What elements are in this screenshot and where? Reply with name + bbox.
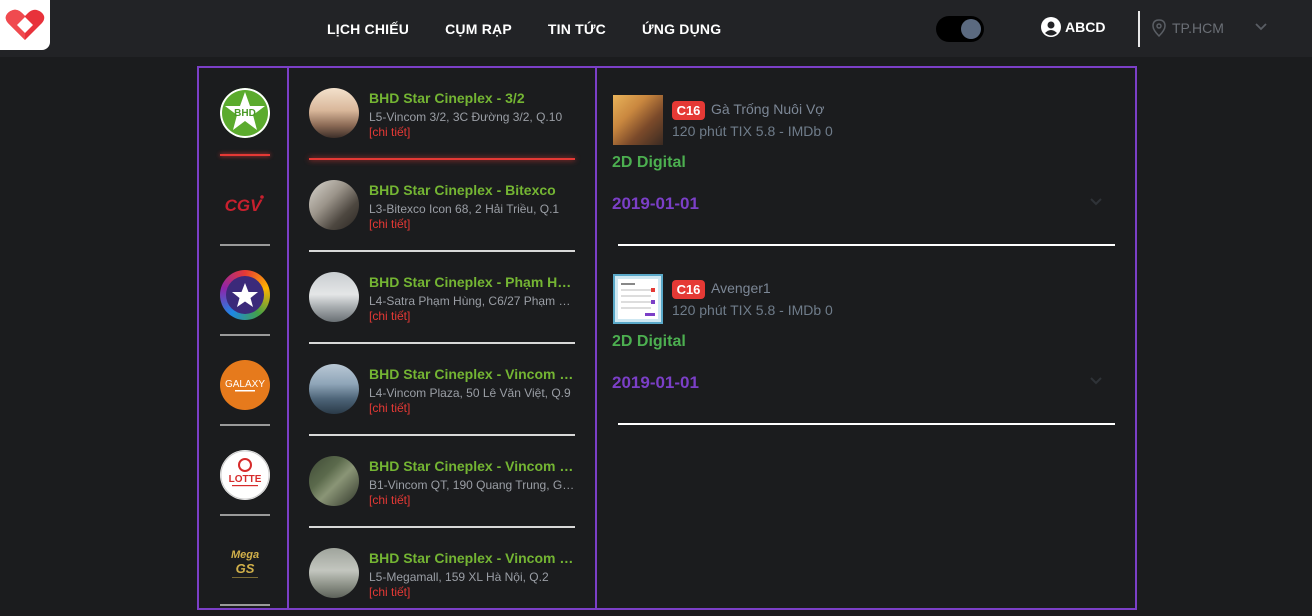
- cinema-address: L5-Megamall, 159 XL Hà Nội, Q.2: [369, 570, 549, 584]
- movie-title[interactable]: Avenger1: [711, 280, 771, 296]
- brand-separator: [220, 244, 270, 246]
- cinema-name: BHD Star Cineplex - Vincom Quang Trung: [369, 458, 577, 474]
- chevron-down-icon[interactable]: [1088, 375, 1104, 387]
- user-name: ABCD: [1065, 19, 1106, 35]
- brand-separator: [220, 334, 270, 336]
- cinema-name: BHD Star Cineplex - Bitexco: [369, 182, 556, 198]
- cgv-logo-icon: CGV: [225, 195, 264, 215]
- brand-separator: [220, 604, 270, 606]
- movie-separator: [618, 244, 1115, 246]
- showtime-date[interactable]: 2019-01-01: [612, 194, 699, 214]
- main-nav: LỊCH CHIẾU CỤM RẠP TIN TỨC ỨNG DỤNG: [309, 0, 739, 57]
- movie-showtimes: C16 Gà Trống Nuôi Vợ 120 phút TIX 5.8 - …: [597, 68, 1135, 608]
- cinema-item[interactable]: BHD Star Cineplex - Vincom Quang Trung B…: [309, 436, 577, 528]
- movie-title[interactable]: Gà Trống Nuôi Vợ: [711, 101, 824, 117]
- movie-poster[interactable]: [613, 274, 663, 324]
- showtimes-panel: BHD CGV GALAXY LOTTE Mega GS BHD Star Ci…: [197, 66, 1137, 610]
- chevron-down-icon: [1255, 23, 1267, 31]
- svg-text:LOTTE: LOTTE: [229, 474, 262, 485]
- cinema-thumbnail: [309, 456, 359, 506]
- city-label: TP.HCM: [1172, 20, 1224, 36]
- cinema-address: L4-Satra Phạm Hùng, C6/27 Phạm Hùng: [369, 294, 577, 308]
- nav-cum-rap[interactable]: CỤM RẠP: [445, 21, 512, 37]
- cinema-address: L3-Bitexco Icon 68, 2 Hải Triều, Q.1: [369, 202, 560, 216]
- cinema-address: L4-Vincom Plaza, 50 Lê Văn Việt, Q.9: [369, 386, 571, 400]
- brand-separator-active: [220, 154, 270, 156]
- brand-megags[interactable]: Mega GS: [220, 540, 270, 590]
- movie-separator: [618, 423, 1115, 425]
- lotte-logo-icon: LOTTE: [220, 450, 270, 500]
- logo[interactable]: [0, 0, 50, 50]
- movie-item: C16 Gà Trống Nuôi Vợ 120 phút TIX 5.8 - …: [612, 68, 1117, 248]
- cinema-name: BHD Star Cineplex - Vincom Lê Văn Việt: [369, 366, 577, 382]
- age-rating-badge: C16: [672, 280, 705, 299]
- cinema-address: L5-Vincom 3/2, 3C Đường 3/2, Q.10: [369, 110, 563, 124]
- cinema-thumbnail: [309, 272, 359, 322]
- megags-logo-icon: Mega GS: [231, 549, 259, 578]
- brand-separator: [220, 424, 270, 426]
- cinema-address: B1-Vincom QT, 190 Quang Trung, Gò Vấp: [369, 478, 577, 492]
- nav-ung-dung[interactable]: ỨNG DỤNG: [642, 21, 721, 37]
- cinema-brand-list: BHD CGV GALAXY LOTTE Mega GS: [199, 68, 289, 608]
- brand-galaxy[interactable]: GALAXY: [220, 360, 270, 410]
- dark-mode-toggle[interactable]: [936, 16, 984, 42]
- cinema-name: BHD Star Cineplex - 3/2: [369, 90, 525, 106]
- chevron-down-icon[interactable]: [1088, 196, 1104, 208]
- cinema-thumbnail: [309, 88, 359, 138]
- svg-text:CGV: CGV: [225, 196, 264, 215]
- cinema-item[interactable]: BHD Star Cineplex - Vincom Lê Văn Việt L…: [309, 344, 577, 436]
- movie-format: 2D Digital: [612, 333, 686, 350]
- location-pin-icon: [1152, 19, 1166, 37]
- nav-lich-chieu[interactable]: LỊCH CHIẾU: [327, 21, 409, 37]
- toggle-knob: [961, 19, 981, 39]
- galaxy-logo-icon: GALAXY: [225, 379, 265, 392]
- cinestar-logo-icon: [226, 276, 264, 314]
- cinema-detail-link[interactable]: [chi tiết]: [369, 217, 410, 231]
- cinema-thumbnail: [309, 548, 359, 598]
- user-menu[interactable]: ABCD: [1041, 17, 1105, 37]
- svg-text:GALAXY: GALAXY: [225, 379, 265, 390]
- cinema-thumbnail: [309, 180, 359, 230]
- poster-screenshot-icon: [618, 279, 658, 319]
- svg-text:BHD: BHD: [234, 108, 256, 119]
- brand-cinestar[interactable]: [220, 270, 270, 320]
- cinema-detail-link[interactable]: [chi tiết]: [369, 493, 410, 507]
- brand-separator: [220, 514, 270, 516]
- movie-poster[interactable]: [613, 95, 663, 145]
- movie-item: C16 Avenger1 120 phút TIX 5.8 - IMDb 0 2…: [612, 247, 1117, 427]
- cinema-detail-link[interactable]: [chi tiết]: [369, 125, 410, 139]
- cinema-thumbnail: [309, 364, 359, 414]
- cinema-item[interactable]: BHD Star Cineplex - Bitexco L3-Bitexco I…: [309, 160, 577, 252]
- movie-meta: 120 phút TIX 5.8 - IMDb 0: [672, 123, 833, 139]
- movie-format: 2D Digital: [612, 154, 686, 171]
- showtime-date[interactable]: 2019-01-01: [612, 373, 699, 393]
- cinema-name: BHD Star Cineplex - Phạm Hùng: [369, 274, 577, 290]
- city-select[interactable]: TP.HCM: [1152, 19, 1267, 37]
- brand-cgv[interactable]: CGV: [220, 180, 270, 230]
- cinema-list: BHD Star Cineplex - 3/2 L5-Vincom 3/2, 3…: [289, 68, 597, 608]
- svg-text:GS: GS: [236, 561, 255, 576]
- cinema-item[interactable]: BHD Star Cineplex - Vincom Thảo Điền L5-…: [309, 528, 577, 608]
- header-divider: [1138, 11, 1140, 47]
- cinema-detail-link[interactable]: [chi tiết]: [369, 585, 410, 599]
- nav-tin-tuc[interactable]: TIN TỨC: [548, 21, 606, 37]
- cinema-item[interactable]: BHD Star Cineplex - Phạm Hùng L4-Satra P…: [309, 252, 577, 344]
- cinema-item[interactable]: BHD Star Cineplex - 3/2 L5-Vincom 3/2, 3…: [309, 68, 577, 160]
- cinema-detail-link[interactable]: [chi tiết]: [369, 401, 410, 415]
- svg-text:Mega: Mega: [231, 549, 259, 561]
- movie-meta: 120 phút TIX 5.8 - IMDb 0: [672, 302, 833, 318]
- cinema-detail-link[interactable]: [chi tiết]: [369, 309, 410, 323]
- brand-lotte[interactable]: LOTTE: [220, 450, 270, 500]
- bhd-logo-icon: BHD: [220, 88, 270, 138]
- age-rating-badge: C16: [672, 101, 705, 120]
- cinema-name: BHD Star Cineplex - Vincom Thảo Điền: [369, 550, 577, 566]
- header: LỊCH CHIẾU CỤM RẠP TIN TỨC ỨNG DỤNG ABCD…: [0, 0, 1312, 57]
- brand-bhd[interactable]: BHD: [220, 88, 270, 138]
- logo-heart-icon: [5, 9, 45, 41]
- account-circle-icon: [1041, 17, 1061, 37]
